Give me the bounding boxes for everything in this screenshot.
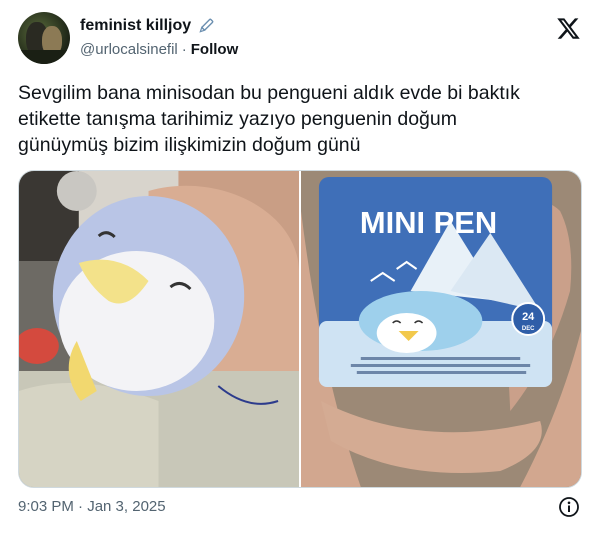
tweet-text: Sevgilim bana minisodan bu pengueni aldı… [18, 82, 520, 156]
avatar[interactable] [18, 12, 70, 64]
follow-button[interactable]: Follow [191, 41, 239, 58]
author-name-row: feminist killjoy [80, 17, 215, 35]
photo-penguin-plush[interactable] [19, 171, 299, 487]
display-name[interactable]: feminist killjoy [80, 17, 191, 35]
x-logo-icon[interactable] [556, 16, 581, 41]
media-grid: 24 DEC MINI PEN [18, 170, 582, 488]
author-handle[interactable]: @urlocalsinefil [80, 41, 178, 58]
separator-dot: · [181, 41, 187, 58]
handle-row: @urlocalsinefil · Follow [80, 41, 238, 58]
card-date-number: 24 [522, 311, 535, 323]
pencil-icon [197, 17, 215, 35]
card-title: MINI PEN [360, 205, 497, 240]
photo-tag-card[interactable]: 24 DEC MINI PEN [301, 171, 581, 487]
info-icon[interactable] [558, 496, 580, 518]
card-date-month: DEC [522, 326, 535, 332]
tweet-timestamp[interactable]: 9:03 PM · Jan 3, 2025 [18, 498, 166, 515]
tweet-card: feminist killjoy @urlocalsinefil · Follo… [0, 0, 600, 536]
